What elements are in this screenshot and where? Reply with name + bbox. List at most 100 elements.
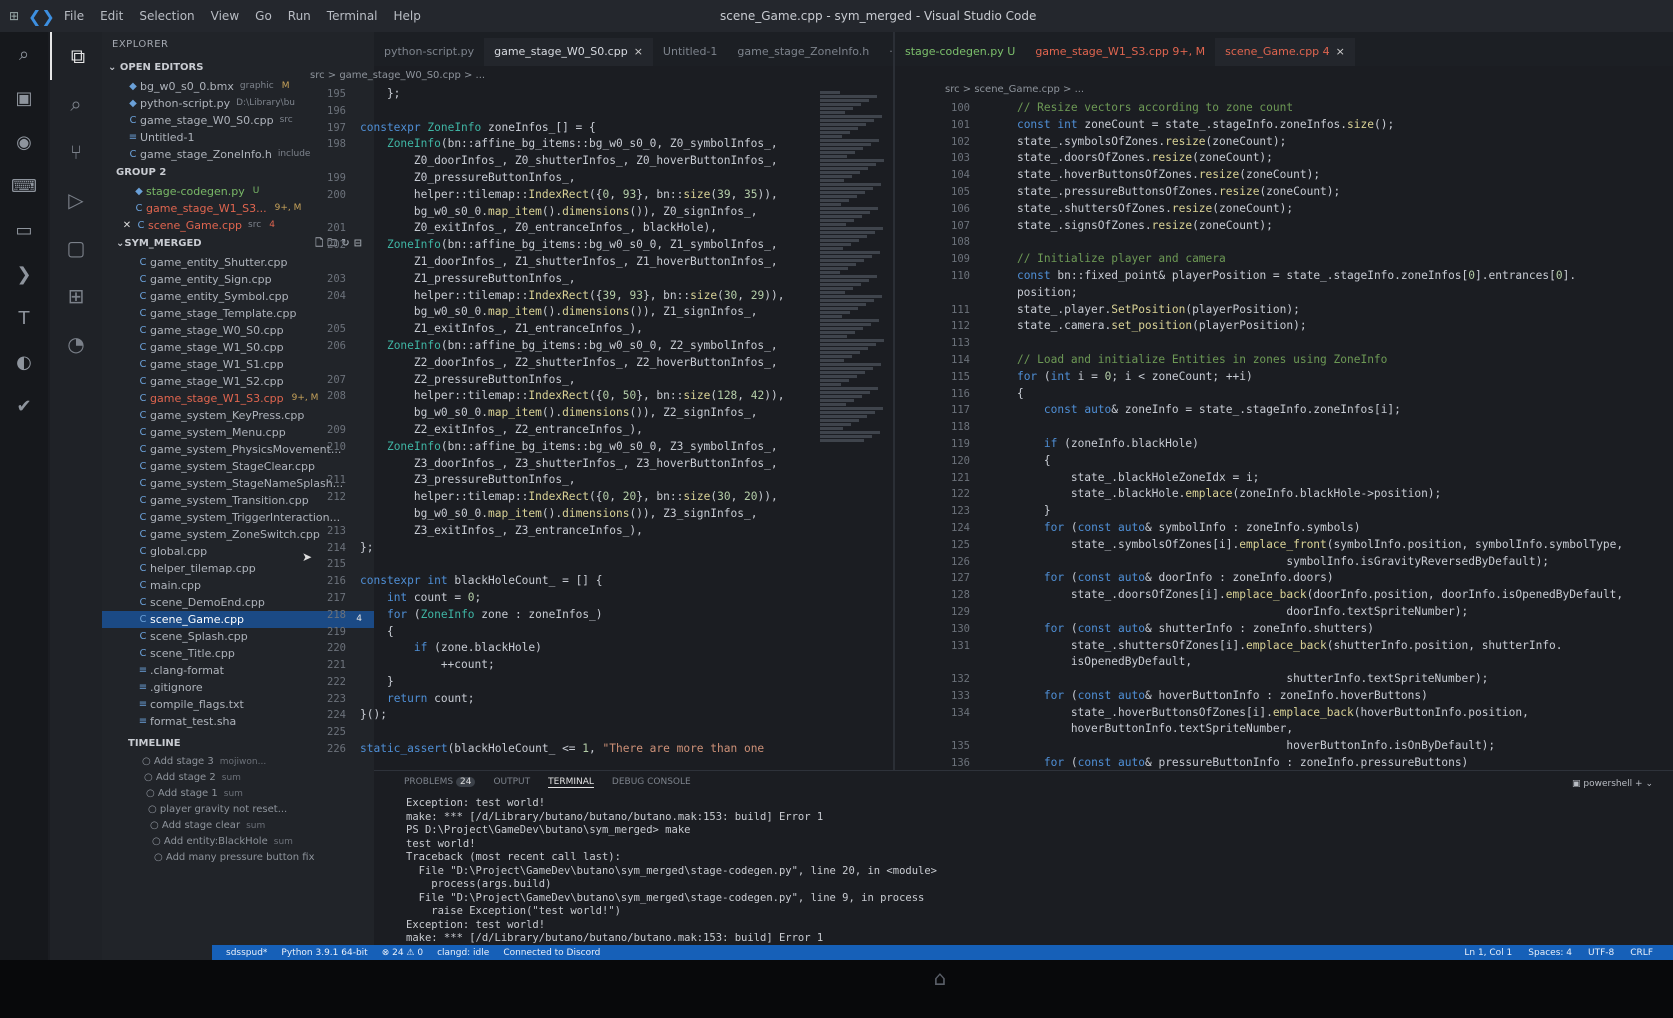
code-line[interactable]: Z3_doorInfos_, Z3_shutterInfos_, Z3_hove… [360,456,815,473]
code-line[interactable]: }(); [360,707,815,724]
code-line[interactable]: bg_w0_s0_0.map_item().dimensions()), Z2_… [360,405,815,422]
code-line[interactable]: // Initialize player and camera [990,251,1673,268]
code-line[interactable]: Z0_pressureButtonInfos_, [360,170,815,187]
close-icon[interactable]: ✕ [120,217,134,234]
tab-game-stage-w1-s3[interactable]: game_stage_W1_S3.cpp 9+, M [1025,38,1215,66]
code-line[interactable]: state_.shuttersOfZones.resize(zoneCount)… [990,201,1673,218]
tab-debug-console[interactable]: DEBUG CONSOLE [612,777,691,788]
code-line[interactable]: for (const auto& hoverButtonInfo : zoneI… [990,688,1673,705]
teams-icon[interactable]: T [0,296,48,340]
menu-terminal[interactable]: Terminal [327,9,378,23]
code-line[interactable]: for (const auto& doorInfo : zoneInfo.doo… [990,570,1673,587]
code-line[interactable]: if (zone.blackHole) [360,640,815,657]
timeline-item[interactable]: ○ Add stage 2 sum [102,770,374,786]
code-line[interactable]: shutterInfo.textSpriteNumber); [990,671,1673,688]
editor-splitter[interactable] [893,32,895,792]
code-line[interactable]: Z2_pressureButtonInfos_, [360,372,815,389]
code-line[interactable]: Z2_doorInfos_, Z2_shutterInfos_, Z2_hove… [360,355,815,372]
code-line[interactable]: int count = 0; [360,590,815,607]
code-line[interactable] [360,724,815,741]
breadcrumb[interactable]: src > game_stage_W0_S0.cpp > ... [310,66,485,86]
windows-logo-icon[interactable]: ⊞ [0,0,28,32]
code-line[interactable]: helper::tilemap::IndexRect({0, 20}, bn::… [360,489,815,506]
tab-close-icon[interactable]: × [634,45,643,58]
code-line[interactable]: } [990,503,1673,520]
browser-icon[interactable]: ◉ [0,120,48,164]
tab-output[interactable]: OUTPUT [493,777,530,788]
vscode-app-icon[interactable]: ❯ [0,252,48,296]
tab-scene-game[interactable]: scene_Game.cpp 4 × [1215,38,1355,66]
check-app-icon[interactable]: ✔ [0,384,48,428]
indentation[interactable]: Spaces: 4 [1528,948,1572,958]
code-line[interactable]: if (zoneInfo.blackHole) [990,436,1673,453]
cursor-position[interactable]: Ln 1, Col 1 [1464,948,1512,958]
code-line[interactable]: hoverButtonInfo.textSpriteNumber, [990,721,1673,738]
menu-view[interactable]: View [211,9,239,23]
explorer-icon[interactable]: ⧉ [50,32,104,80]
code-line[interactable]: { [360,624,815,641]
tab-python-script[interactable]: python-script.py [374,38,484,66]
code-line[interactable]: constexpr int blackHoleCount_ = [] { [360,573,815,590]
tab-untitled-1[interactable]: Untitled-1 [653,38,727,66]
code-line[interactable]: ++count; [360,657,815,674]
code-line[interactable]: state_.signsOfZones.resize(zoneCount); [990,218,1673,235]
search-view-icon[interactable]: ⌕ [50,80,102,128]
code-line[interactable]: helper::tilemap::IndexRect({0, 93}, bn::… [360,187,815,204]
code-line[interactable]: for (const auto& symbolInfo : zoneInfo.s… [990,520,1673,537]
code-line[interactable]: bg_w0_s0_0.map_item().dimensions()), Z1_… [360,304,815,321]
code-line[interactable] [990,234,1673,251]
code-line[interactable]: { [990,453,1673,470]
code-line[interactable]: state_.pressureButtonsOfZones.resize(zon… [990,184,1673,201]
code-line[interactable]: isOpenedByDefault, [990,654,1673,671]
code-line[interactable]: state_.doorsOfZones.resize(zoneCount); [990,150,1673,167]
code-line[interactable]: helper::tilemap::IndexRect({39, 93}, bn:… [360,288,815,305]
code-line[interactable]: constexpr ZoneInfo zoneInfos_[] = { [360,120,815,137]
code-line[interactable]: Z0_doorInfos_, Z0_shutterInfos_, Z0_hove… [360,153,815,170]
timeline-icon[interactable]: ◔ [50,320,102,368]
timeline-item[interactable]: ○ Add stage clear sum [102,818,374,834]
code-line[interactable]: const auto& zoneInfo = state_.stageInfo.… [990,402,1673,419]
code-line[interactable]: Z3_pressureButtonInfos_, [360,472,815,489]
code-line[interactable]: Z3_exitInfos_, Z3_entranceInfos_), [360,523,815,540]
encoding[interactable]: UTF-8 [1588,948,1614,958]
terminal-output[interactable]: Exception: test world! make: *** [/d/Libr… [406,797,937,959]
code-line[interactable]: // Resize vectors according to zone coun… [990,100,1673,117]
terminal-app-icon[interactable]: ⌨ [0,164,48,208]
extensions-icon[interactable]: ⊞ [50,272,102,320]
code-line[interactable]: return count; [360,691,815,708]
tab-terminal[interactable]: TERMINAL [548,777,594,788]
code-line[interactable]: for (const auto& shutterInfo : zoneInfo.… [990,621,1673,638]
code-line[interactable] [990,419,1673,436]
code-line[interactable]: Z1_exitInfos_, Z1_entranceInfos_), [360,321,815,338]
tab-close-icon[interactable]: × [1336,45,1345,58]
run-debug-icon[interactable]: ▷ [50,176,102,224]
menu-selection[interactable]: Selection [139,9,194,23]
remote-explorer-icon[interactable]: ▢ [50,224,102,272]
more-actions-icon[interactable]: ··· [879,38,893,66]
code-line[interactable]: Z0_exitInfos_, Z0_entranceInfos_, blackH… [360,220,815,237]
code-line[interactable]: ZoneInfo(bn::affine_bg_items::bg_w0_s0_0… [360,136,815,153]
code-line[interactable]: state_.player.SetPosition(playerPosition… [990,302,1673,319]
code-line[interactable]: bg_w0_s0_0.map_item().dimensions()), Z3_… [360,506,815,523]
discord-status[interactable]: Connected to Discord [503,948,600,958]
code-line[interactable]: static_assert(blackHoleCount_ <= 1, "The… [360,741,815,758]
menu-go[interactable]: Go [255,9,272,23]
code-line[interactable]: state_.blackHoleZoneIdx = i; [990,470,1673,487]
code-line[interactable]: hoverButtonInfo.isOnByDefault); [990,738,1673,755]
minimap[interactable] [820,90,888,450]
discord-icon[interactable]: ◐ [0,340,48,384]
code-line[interactable]: state_.blackHole.emplace(zoneInfo.blackH… [990,486,1673,503]
code-line[interactable]: ZoneInfo(bn::affine_bg_items::bg_w0_s0_0… [360,338,815,355]
menu-run[interactable]: Run [288,9,311,23]
end-of-line[interactable]: CRLF [1630,948,1653,958]
code-line[interactable]: state_.hoverButtonsOfZones.resize(zoneCo… [990,167,1673,184]
code-line[interactable]: Z1_doorInfos_, Z1_shutterInfos_, Z1_hove… [360,254,815,271]
menu-edit[interactable]: Edit [100,9,123,23]
tab-stage-codegen[interactable]: stage-codegen.py U [895,38,1025,66]
python-interpreter[interactable]: Python 3.9.1 64-bit [281,948,367,958]
terminal-shell-selector[interactable]: ▣ powershell + ⌄ [1572,779,1653,789]
tab-problems[interactable]: PROBLEMS 24 [404,777,476,788]
folder-icon[interactable]: ▭ [0,208,48,252]
tab-game-stage-w0-s0[interactable]: game_stage_W0_S0.cpp × [484,38,653,66]
breadcrumb[interactable]: src > scene_Game.cpp > ... [945,80,1084,100]
